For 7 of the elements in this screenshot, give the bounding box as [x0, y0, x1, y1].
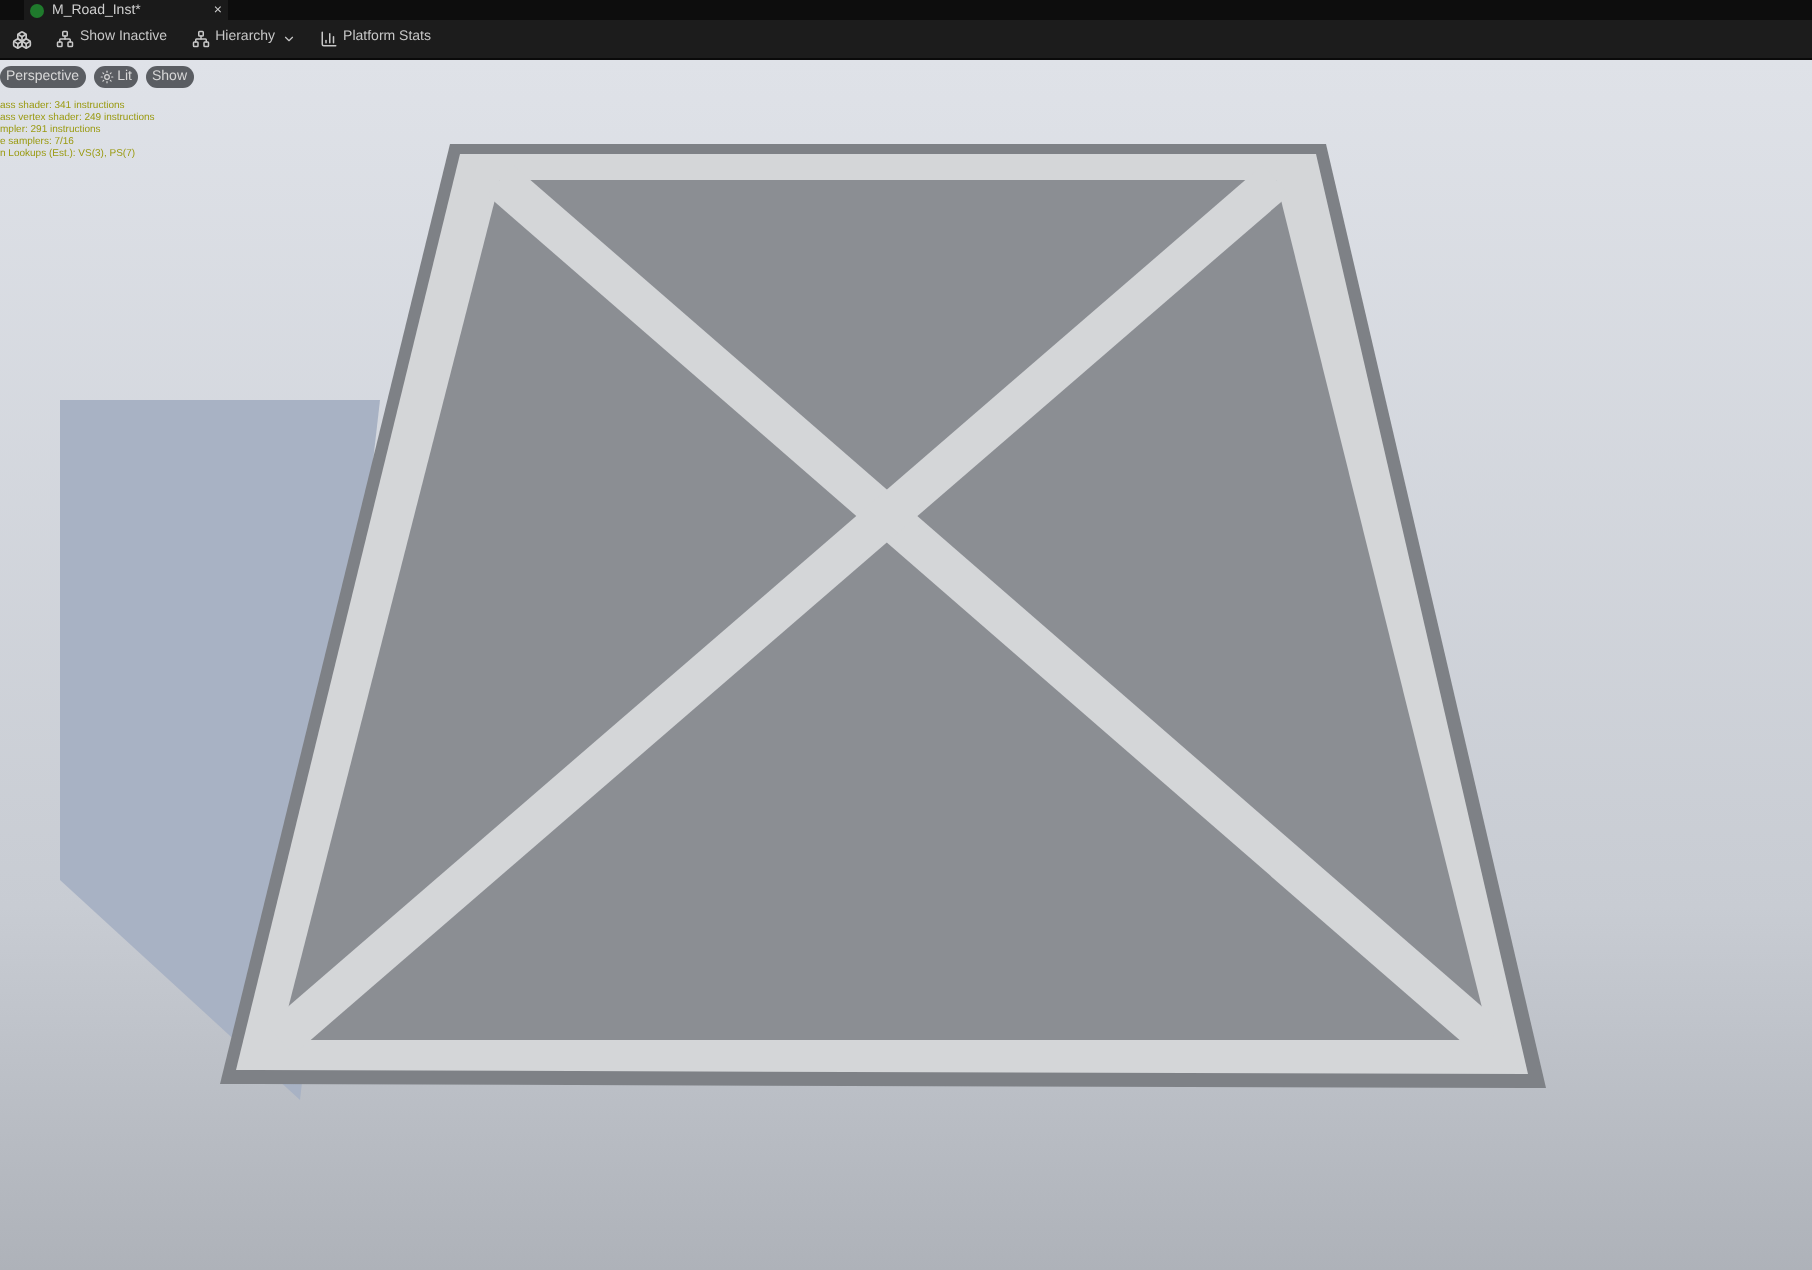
nodes-icon	[56, 30, 74, 48]
sun-icon	[99, 70, 114, 84]
blocks-icon[interactable]	[12, 29, 32, 49]
bar-chart-icon	[319, 30, 338, 48]
caret-icon	[281, 32, 296, 46]
hierarchy-icon	[191, 30, 210, 48]
material-icon	[30, 3, 44, 17]
